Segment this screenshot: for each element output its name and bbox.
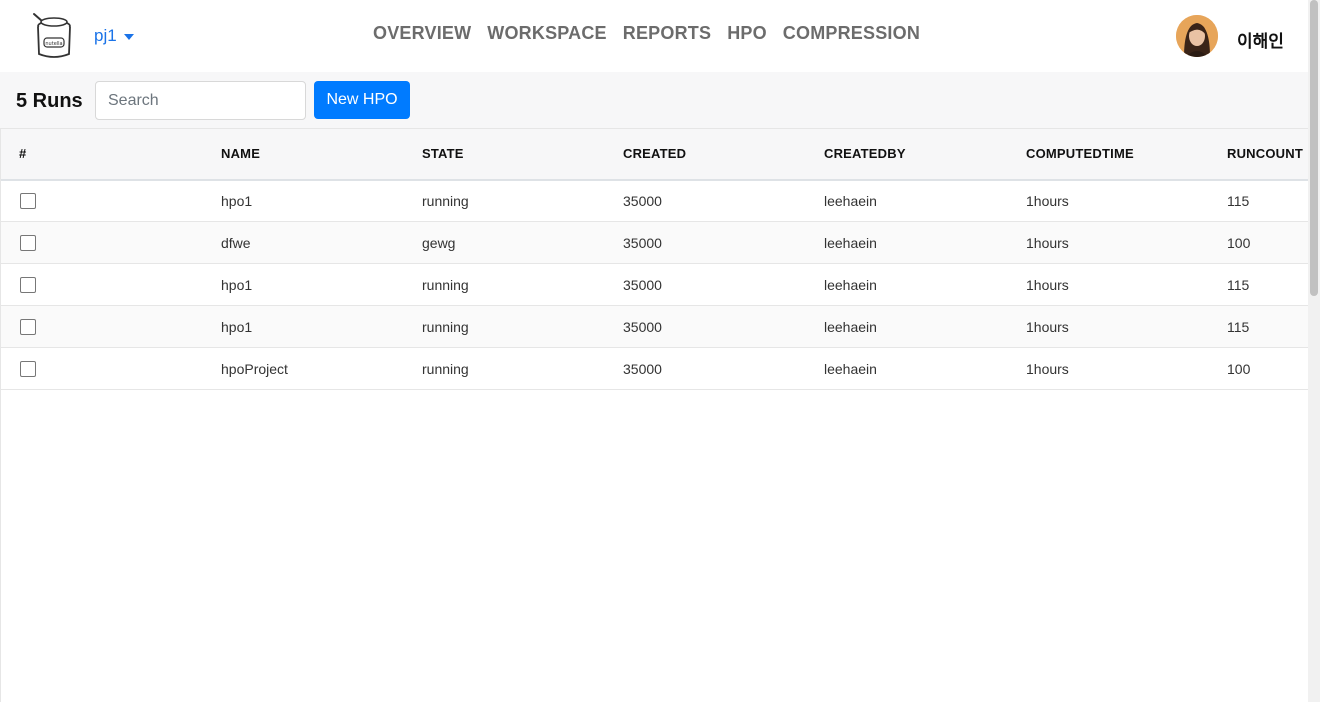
cell-state: gewg: [422, 234, 456, 251]
column-header-index[interactable]: #: [1, 129, 203, 180]
cell-computedtime: 1hours: [1026, 360, 1069, 377]
column-header-state[interactable]: STATE: [404, 129, 605, 180]
runs-count-title: 5 Runs: [16, 90, 83, 112]
cell-state: running: [422, 318, 469, 335]
cell-state: running: [422, 192, 469, 209]
runs-table-container: # NAME STATE CREATED CREATEDBY COMPUTEDT…: [0, 128, 1309, 702]
cell-name: dfwe: [221, 234, 251, 251]
column-header-createdby[interactable]: CREATEDBY: [806, 129, 1008, 180]
nav-hpo[interactable]: HPO: [727, 23, 767, 44]
project-label: pj1: [94, 26, 117, 45]
cell-createdby: leehaein: [824, 234, 877, 251]
nav-workspace[interactable]: WORKSPACE: [487, 23, 606, 44]
row-checkbox[interactable]: [20, 277, 36, 294]
cell-state: running: [422, 360, 469, 377]
column-header-name[interactable]: NAME: [203, 129, 404, 180]
nav-compression[interactable]: COMPRESSION: [783, 23, 920, 44]
table-row[interactable]: hpo1 running 35000 leehaein 1hours 115: [1, 264, 1309, 306]
new-hpo-button[interactable]: New HPO: [314, 81, 410, 119]
cell-runcount: 115: [1227, 318, 1250, 335]
cell-runcount: 100: [1227, 360, 1251, 377]
cell-runcount: 115: [1227, 192, 1250, 209]
row-checkbox[interactable]: [20, 235, 36, 252]
cell-computedtime: 1hours: [1026, 234, 1069, 251]
row-checkbox[interactable]: [20, 361, 36, 378]
cell-name: hpo1: [221, 192, 253, 209]
main-nav: OVERVIEW WORKSPACE REPORTS HPO COMPRESSI…: [373, 23, 920, 44]
svg-text:nutella: nutella: [45, 41, 62, 47]
row-checkbox[interactable]: [20, 319, 36, 336]
column-header-created[interactable]: CREATED: [605, 129, 806, 180]
project-dropdown[interactable]: pj1: [94, 26, 134, 46]
runs-table: # NAME STATE CREATED CREATEDBY COMPUTEDT…: [1, 128, 1309, 390]
cell-state: running: [422, 276, 469, 293]
top-header: nutella pj1 OVERVIEW WORKSPACE REPORTS H…: [0, 0, 1308, 72]
user-name[interactable]: 이해인: [1237, 27, 1284, 52]
table-row[interactable]: hpo1 running 35000 leehaein 1hours 115: [1, 180, 1309, 222]
cell-computedtime: 1hours: [1026, 276, 1069, 293]
table-row[interactable]: hpoProject running 35000 leehaein 1hours…: [1, 348, 1309, 390]
cell-createdby: leehaein: [824, 276, 877, 293]
column-header-computedtime[interactable]: COMPUTEDTIME: [1008, 129, 1209, 180]
column-header-runcount[interactable]: RUNCOUNT: [1209, 129, 1309, 180]
cell-name: hpo1: [221, 276, 253, 293]
search-input[interactable]: [95, 81, 306, 120]
cell-runcount: 100: [1227, 234, 1251, 251]
cell-createdby: leehaein: [824, 192, 877, 209]
cell-created: 35000: [623, 360, 662, 377]
table-row[interactable]: dfwe gewg 35000 leehaein 1hours 100: [1, 221, 1309, 264]
table-header-row: # NAME STATE CREATED CREATEDBY COMPUTEDT…: [1, 128, 1309, 180]
cell-computedtime: 1hours: [1026, 192, 1069, 209]
cell-created: 35000: [623, 234, 662, 251]
nav-overview[interactable]: OVERVIEW: [373, 23, 471, 44]
vertical-scrollbar[interactable]: [1308, 0, 1320, 702]
cell-created: 35000: [623, 276, 662, 293]
cell-runcount: 115: [1227, 276, 1250, 293]
cell-created: 35000: [623, 192, 662, 209]
runs-toolbar: 5 Runs New HPO: [0, 72, 1308, 128]
caret-down-icon: [123, 34, 134, 40]
row-checkbox[interactable]: [20, 193, 36, 210]
cell-createdby: leehaein: [824, 318, 877, 335]
table-row[interactable]: hpo1 running 35000 leehaein 1hours 115: [1, 305, 1309, 348]
user-avatar[interactable]: [1176, 15, 1218, 57]
nutella-jar-icon[interactable]: nutella: [30, 10, 80, 62]
cell-created: 35000: [623, 318, 662, 335]
cell-name: hpo1: [221, 318, 253, 335]
scrollbar-thumb[interactable]: [1310, 0, 1318, 296]
cell-createdby: leehaein: [824, 360, 877, 377]
cell-computedtime: 1hours: [1026, 318, 1069, 335]
nav-reports[interactable]: REPORTS: [623, 23, 711, 44]
cell-name: hpoProject: [221, 360, 288, 377]
